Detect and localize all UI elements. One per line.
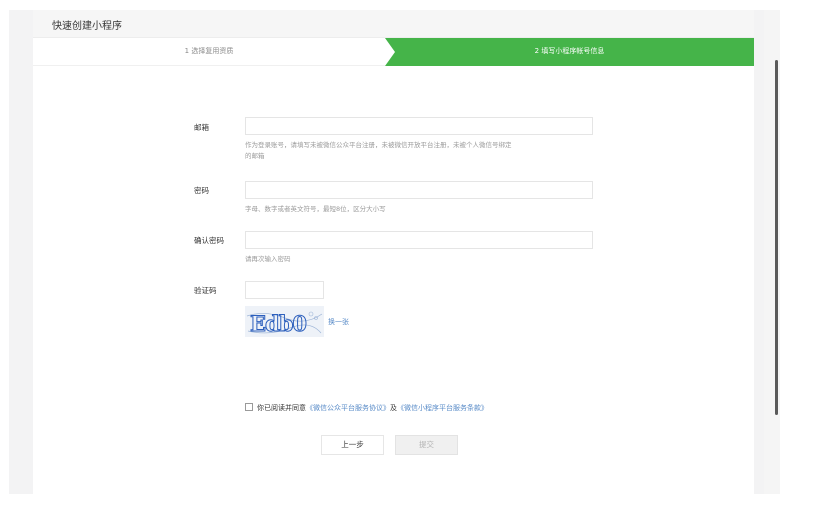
agreement-prefix: 你已阅读并同意	[257, 404, 306, 412]
captcha-image[interactable]: Edb0	[245, 306, 324, 337]
step-indicator: 1 选择复用资质 2 填写小程序帐号信息	[33, 38, 754, 66]
confirm-password-hint: 请再次输入密码	[245, 255, 291, 263]
step-2-active: 2 填写小程序帐号信息	[385, 38, 754, 66]
confirm-password-field[interactable]	[245, 231, 593, 249]
captcha-text: Edb0	[250, 311, 306, 336]
agree-checkbox[interactable]	[245, 403, 253, 411]
step-1-label: 1 选择复用资质	[184, 47, 234, 55]
password-field[interactable]	[245, 181, 593, 199]
password-hint: 字母、数字或者英文符号，最短8位，区分大小写	[245, 205, 386, 213]
create-miniprogram-panel: 快速创建小程序 1 选择复用资质 2 填写小程序帐号信息	[33, 10, 754, 494]
step-2-label: 2 填写小程序帐号信息	[534, 47, 605, 55]
step-1: 1 选择复用资质	[33, 38, 385, 66]
scrollbar-thumb[interactable]	[775, 60, 778, 415]
panel-header: 快速创建小程序	[33, 10, 754, 38]
prev-step-button[interactable]: 上一步	[321, 435, 384, 455]
captcha-field[interactable]	[245, 281, 324, 299]
miniprogram-terms-link[interactable]: 《微信小程序平台服务条款》	[397, 404, 488, 412]
submit-button[interactable]: 提交	[395, 435, 458, 455]
service-agreement-link[interactable]: 《微信公众平台服务协议》	[306, 404, 390, 412]
password-label: 密码	[194, 186, 209, 195]
captcha-label: 验证码	[194, 286, 217, 295]
refresh-captcha-link[interactable]: 换一张	[328, 317, 349, 327]
email-field[interactable]	[245, 117, 593, 135]
email-label: 邮箱	[194, 123, 209, 132]
captcha-svg: Edb0	[246, 311, 323, 337]
agreement-conjunction: 及	[390, 404, 397, 412]
agreement-text: 你已阅读并同意《微信公众平台服务协议》及《微信小程序平台服务条款》	[257, 403, 488, 413]
email-hint: 作为登录账号，请填写未被微信公众平台注册，未被微信开放平台注册，未被个人微信号绑…	[245, 140, 605, 162]
page-title: 快速创建小程序	[52, 21, 122, 32]
email-hint-line2: 的邮箱	[245, 152, 265, 160]
email-hint-line1: 作为登录账号，请填写未被微信公众平台注册，未被微信开放平台注册，未被个人微信号绑…	[245, 141, 512, 149]
confirm-password-label: 确认密码	[194, 236, 224, 245]
